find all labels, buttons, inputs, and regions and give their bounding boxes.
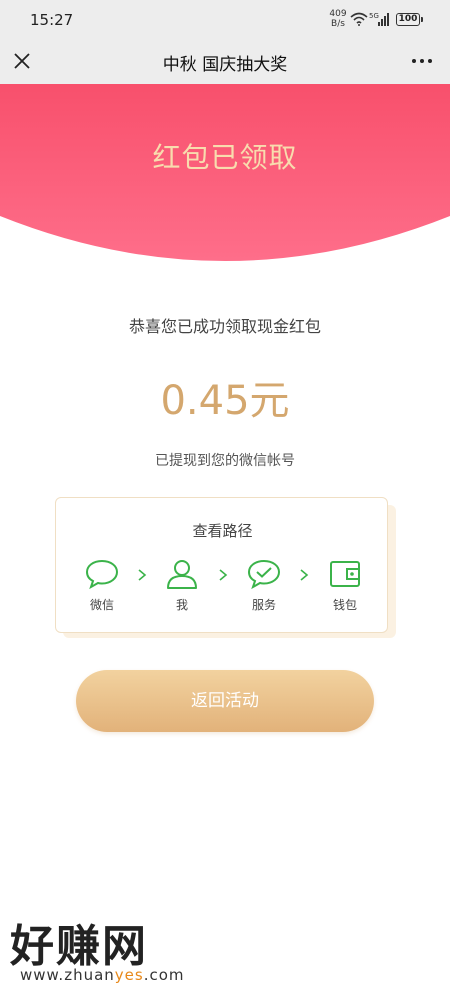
- step-label: 钱包: [332, 598, 357, 612]
- chevron-right-icon: [219, 569, 228, 581]
- header-banner: 红包已领取: [0, 84, 450, 262]
- wallet-icon: [330, 561, 360, 587]
- net-speed-unit: B/s: [331, 19, 345, 29]
- status-bar: 15:27 409 B/s 5G 100: [0, 0, 450, 38]
- step-label: 服务: [251, 598, 276, 612]
- step-label: 我: [175, 598, 188, 612]
- withdraw-note: 已提现到您的微信帐号: [155, 453, 295, 469]
- watermark-url-highlight: yes: [114, 966, 144, 984]
- net-speed: 409 B/s: [328, 9, 348, 29]
- path-step-wechat: 微信: [77, 558, 127, 613]
- path-step-wallet: 钱包: [320, 558, 370, 613]
- svg-text:5G: 5G: [369, 12, 379, 20]
- watermark-logo: 好赚网: [10, 921, 148, 972]
- watermark-url-suffix: .com: [143, 966, 185, 984]
- path-step-me: 我: [157, 558, 207, 613]
- wifi-icon: [350, 12, 368, 26]
- nav-bar: 中秋 国庆抽大奖: [0, 38, 450, 84]
- net-speed-value: 409: [329, 9, 347, 19]
- banner-title: 红包已领取: [152, 141, 298, 174]
- chevron-right-icon: [138, 569, 147, 581]
- congrats-text: 恭喜您已成功领取现金红包: [128, 317, 321, 336]
- battery-icon: 100: [396, 13, 423, 26]
- path-step-services: 服务: [239, 558, 289, 613]
- signal-icon: 5G: [369, 12, 389, 26]
- path-card: 查看路径 微信 我 服务 钱包: [55, 497, 388, 633]
- amount-value: 0.45元: [160, 378, 290, 424]
- back-to-activity-button[interactable]: 返回活动: [76, 670, 374, 732]
- status-time: 15:27: [30, 11, 74, 29]
- chevron-right-icon: [300, 569, 309, 581]
- check-bubble-icon: [247, 559, 281, 590]
- person-icon: [167, 560, 197, 589]
- card-title: 查看路径: [192, 522, 253, 540]
- watermark-url: www.zhuanyes.com: [20, 966, 185, 984]
- step-label: 微信: [89, 598, 114, 612]
- chat-bubble-icon: [85, 559, 119, 590]
- watermark-url-prefix: www.zhuan: [20, 966, 115, 984]
- page-title: 中秋 国庆抽大奖: [162, 55, 288, 75]
- more-icon[interactable]: [410, 49, 434, 73]
